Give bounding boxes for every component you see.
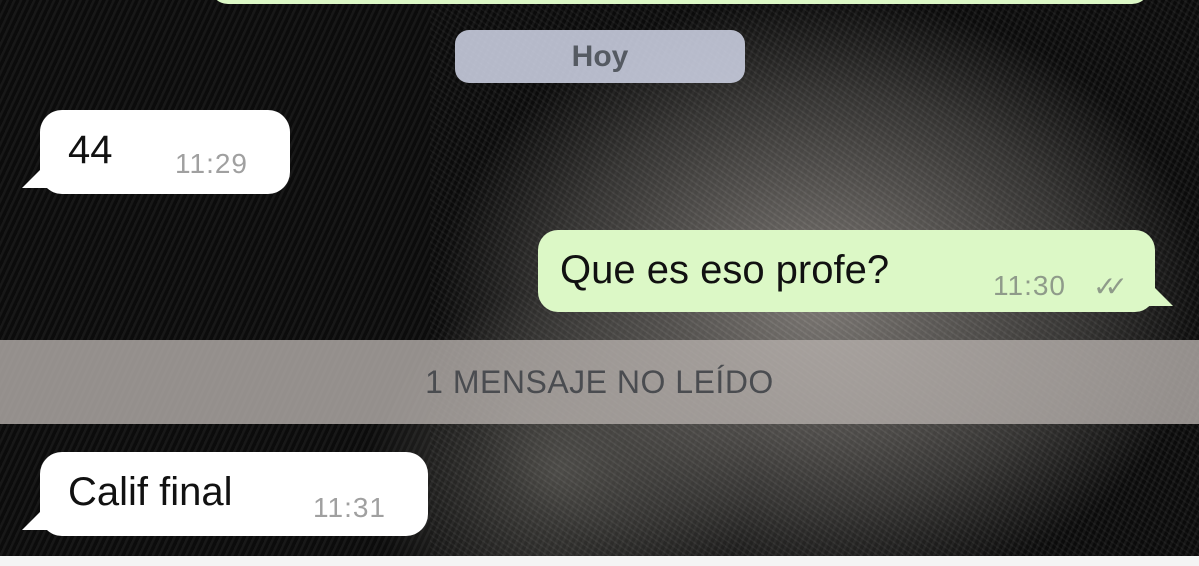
message-time: 11:31 [313, 492, 386, 523]
message-bubble-incoming[interactable]: Calif final 11:31 [22, 452, 428, 536]
date-divider-label: Hoy [571, 39, 629, 73]
bubble-tail [22, 504, 48, 530]
double-check-icon: ✓✓ [1093, 271, 1128, 302]
bubble-tail [22, 162, 48, 188]
message-time: 11:30 [993, 270, 1066, 301]
message-bubble-incoming[interactable]: 44 11:29 [22, 110, 290, 194]
message-text: Que es eso profe? [560, 248, 890, 292]
unread-messages-divider: 1 MENSAJE NO LEÍDO [0, 340, 1199, 424]
date-divider: Hoy [455, 30, 745, 83]
input-bar-edge [0, 556, 1199, 566]
bubble-tail [1147, 280, 1173, 306]
message-text: 44 [68, 128, 113, 172]
message-text: Calif final [68, 470, 233, 514]
previous-message-bubble[interactable] [210, 0, 1150, 4]
message-bubble-outgoing[interactable]: Que es eso profe? 11:30 ✓✓ [538, 230, 1173, 312]
message-time: 11:29 [175, 148, 248, 179]
unread-messages-label: 1 MENSAJE NO LEÍDO [425, 363, 774, 400]
